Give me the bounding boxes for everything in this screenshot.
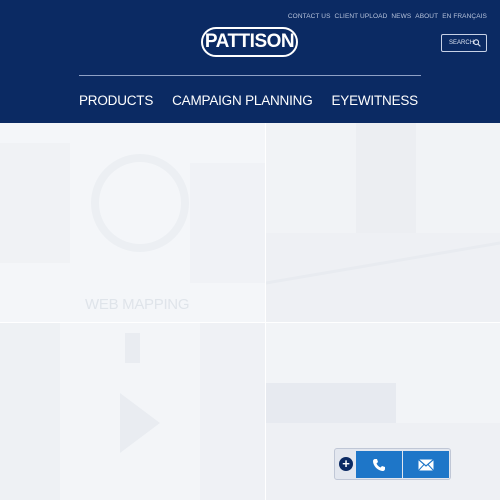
call-button[interactable]	[356, 451, 402, 478]
site-header: CONTACT US CLIENT UPLOAD NEWS ABOUT EN F…	[0, 0, 500, 123]
web-mapping-tile[interactable]: WEB MAPPING	[0, 123, 265, 322]
feature-tile-3[interactable]	[0, 323, 265, 500]
top-links: CONTACT US CLIENT UPLOAD NEWS ABOUT EN F…	[288, 13, 487, 20]
search-label: SEARCH	[449, 40, 475, 46]
contact-widget: +	[334, 448, 451, 480]
header-divider	[79, 75, 421, 76]
feature-tile-2[interactable]	[266, 123, 500, 322]
phone-icon	[373, 458, 385, 471]
nav-products[interactable]: PRODUCTS	[79, 93, 153, 108]
tile-image-faded	[0, 323, 265, 500]
plus-circle-icon[interactable]: +	[339, 457, 353, 471]
tile-image-faded	[0, 143, 265, 283]
contact-us-link[interactable]: CONTACT US	[288, 13, 331, 20]
client-upload-link[interactable]: CLIENT UPLOAD	[335, 13, 388, 20]
main-nav: PRODUCTS CAMPAIGN PLANNING EYEWITNESS	[79, 93, 418, 108]
envelope-icon	[418, 458, 434, 471]
feature-tile-grid: WEB MAPPING	[0, 123, 500, 500]
tile-image-faded	[266, 123, 500, 322]
french-language-link[interactable]: EN FRANÇAIS	[442, 13, 487, 20]
nav-eyewitness[interactable]: EYEWITNESS	[331, 93, 418, 108]
search-icon	[473, 39, 481, 47]
nav-campaign-planning[interactable]: CAMPAIGN PLANNING	[172, 93, 313, 108]
email-button[interactable]	[403, 451, 449, 478]
search-button[interactable]: SEARCH	[441, 34, 487, 52]
about-link[interactable]: ABOUT	[415, 13, 438, 20]
pattison-logo[interactable]: PATTISON	[201, 27, 298, 57]
web-mapping-label: WEB MAPPING	[85, 296, 190, 313]
logo-text: PATTISON	[204, 31, 295, 52]
news-link[interactable]: NEWS	[391, 13, 411, 20]
